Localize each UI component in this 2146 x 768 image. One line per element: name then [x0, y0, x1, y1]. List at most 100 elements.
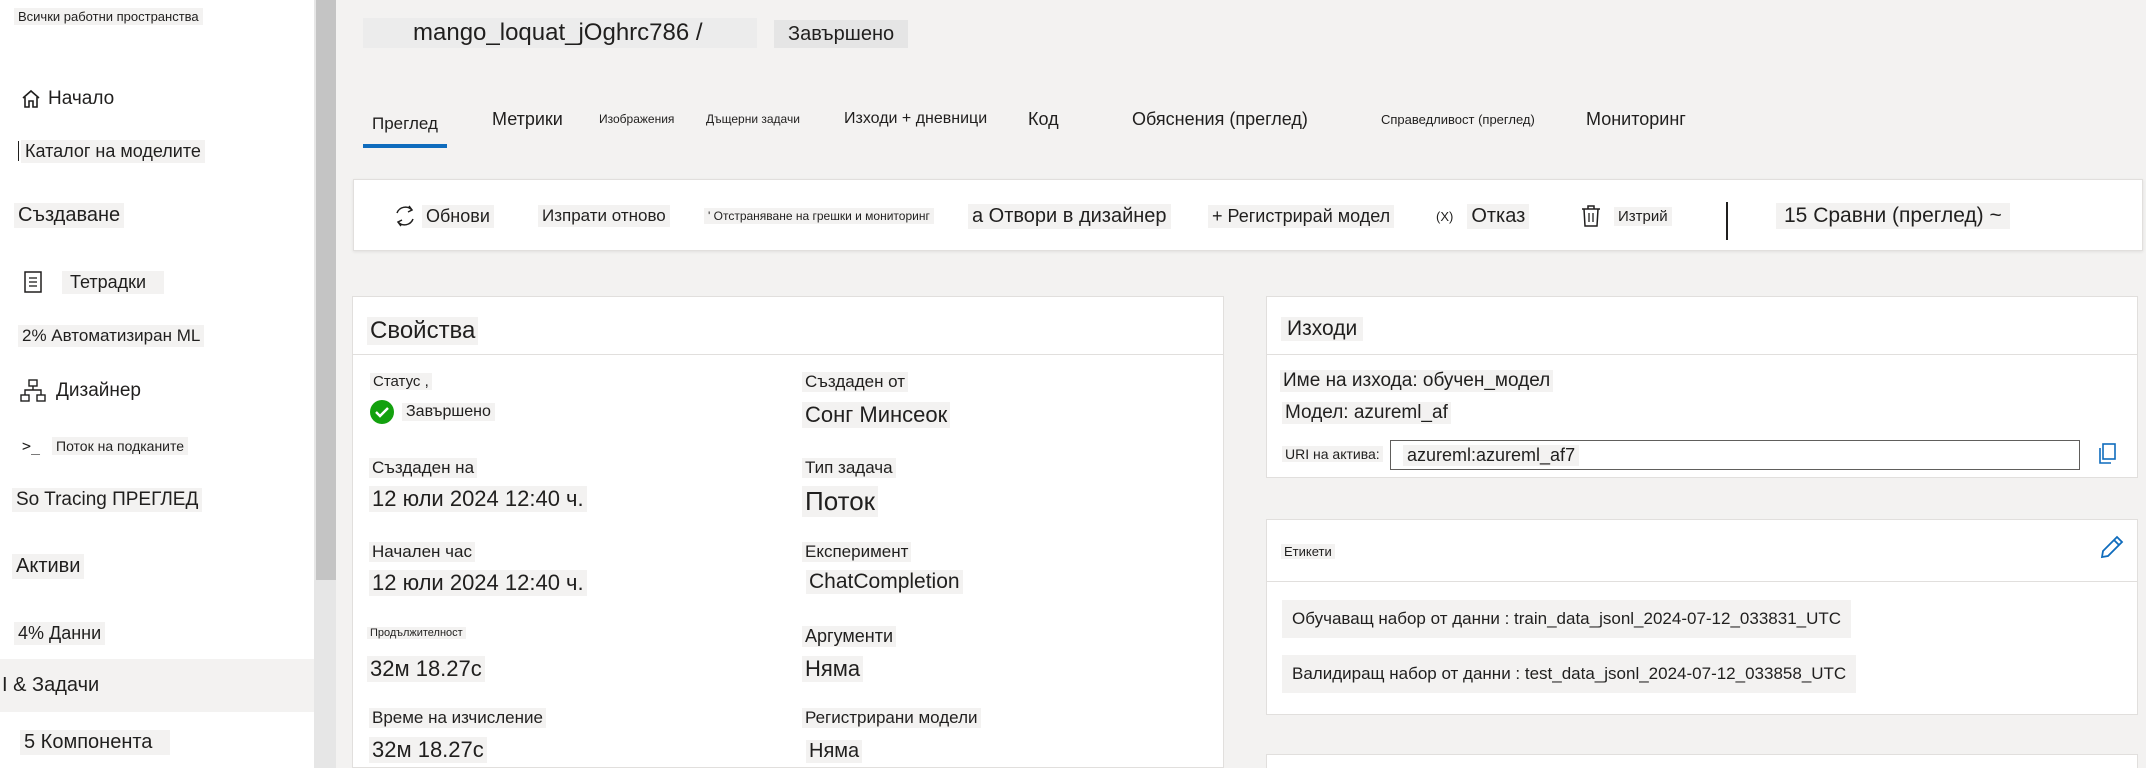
- created-by-label: Създаден от: [802, 372, 909, 392]
- refresh-label: Обнови: [422, 204, 494, 228]
- tab-child-jobs[interactable]: Дъщерни задачи: [702, 104, 804, 134]
- start-time-value: 12 юли 2024 12:40 ч.: [369, 570, 587, 596]
- tab-label: Справедливост (преглед): [1377, 109, 1539, 129]
- sidebar-item-components[interactable]: 5 Компонента: [20, 727, 310, 757]
- tab-metrics[interactable]: Метрики: [488, 104, 567, 134]
- tags-title: Етикети: [1281, 544, 1335, 559]
- duration-label: Продължителност: [367, 627, 466, 639]
- created-on-label: Създаден на: [369, 458, 478, 478]
- tag-text: Валидиращ набор от данни : test_data_jso…: [1292, 664, 1847, 683]
- status-value-text: Завършено: [402, 403, 495, 421]
- model-text[interactable]: Модел: azureml_af: [1282, 402, 1451, 424]
- experiment-label: Експеримент: [802, 542, 912, 562]
- experiment-value[interactable]: ChatCompletion: [806, 570, 963, 594]
- next-card: [1266, 754, 2138, 768]
- sidebar-item-label: Начало: [48, 88, 115, 109]
- tab-code[interactable]: Код: [1016, 104, 1075, 134]
- register-model-label: + Регистрирай модел: [1208, 204, 1395, 228]
- tab-outputs-logs[interactable]: Изходи + дневници: [840, 104, 991, 134]
- tab-label: Код: [1020, 107, 1071, 131]
- copy-icon[interactable]: [2096, 442, 2118, 471]
- register-model-button[interactable]: + Регистрирай модел: [1208, 180, 1395, 252]
- sidebar-item-label: So Tracing ПРЕГЛЕД: [12, 488, 203, 512]
- properties-card-header: Свойства: [353, 297, 1223, 355]
- debug-monitor-label: ' Отстраняване на грешки и мониторинг: [704, 208, 934, 224]
- status-badge: Завършено: [774, 20, 909, 48]
- arguments-value: Няма: [802, 656, 864, 682]
- sidebar-section-label: Активи: [12, 553, 85, 579]
- sidebar-item-label: Каталог на моделите: [21, 139, 205, 163]
- tag-text: Обучаващ набор от данни : train_data_jso…: [1292, 609, 1842, 628]
- properties-title: Свойства: [367, 317, 479, 345]
- tab-images[interactable]: Изображения: [595, 104, 678, 134]
- open-in-designer-button[interactable]: а Отвори в дизайнер: [968, 180, 1171, 252]
- asset-uri-field[interactable]: azureml:azureml_af7: [1390, 440, 2080, 470]
- prompt-flow-icon: >_: [22, 437, 41, 455]
- compute-time-value: 32м 18.27с: [369, 737, 487, 763]
- sidebar-item-home[interactable]: Начало: [20, 84, 310, 114]
- tab-explanations[interactable]: Обяснения (преглед): [1112, 104, 1332, 134]
- debug-monitor-button[interactable]: ' Отстраняване на грешки и мониторинг: [704, 180, 934, 252]
- sidebar-scrollbar-thumb[interactable]: [316, 0, 336, 580]
- tags-card-header: Етикети: [1267, 520, 2137, 582]
- created-by-value[interactable]: Сонг Минсеок: [802, 402, 951, 428]
- sidebar-item-automated-ml[interactable]: 2% Автоматизиран ML: [18, 322, 308, 350]
- compare-label: 15 Сравни (преглед) ~: [1776, 203, 2010, 229]
- all-workspaces-link[interactable]: Всички работни пространства: [14, 8, 203, 25]
- properties-card: Свойства: [352, 296, 1224, 768]
- cursor-bar: [18, 141, 19, 161]
- registered-models-value: Няма: [806, 740, 863, 763]
- outputs-title: Изходи: [1281, 317, 1364, 341]
- tab-overview[interactable]: Преглед: [363, 104, 447, 148]
- sidebar-section-create: Създаване: [14, 200, 304, 230]
- tab-label: Метрики: [492, 108, 563, 129]
- sidebar-item-label: Поток на подканите: [52, 437, 189, 455]
- refresh-icon: [392, 202, 418, 230]
- status-value: Завършено: [370, 400, 495, 424]
- home-icon: [20, 88, 46, 110]
- sidebar-item-label: I & Задачи: [2, 674, 100, 696]
- created-on-value: 12 юли 2024 12:40 ч.: [369, 486, 587, 512]
- compute-time-label: Време на изчисление: [369, 708, 546, 728]
- tab-fairness[interactable]: Справедливост (преглед): [1373, 104, 1543, 134]
- sidebar-item-model-catalog[interactable]: Каталог на моделите: [18, 138, 308, 164]
- trash-icon: [1580, 203, 1602, 229]
- refresh-button[interactable]: Обнови: [392, 180, 494, 252]
- cancel-icon: (X): [1436, 208, 1454, 224]
- sidebar-item-prompt-flow[interactable]: >_ Поток на подканите: [22, 432, 312, 460]
- sidebar-item-data[interactable]: 4% Данни: [14, 619, 304, 647]
- run-title: mango_loquat_jOghrc786 /: [363, 18, 757, 48]
- all-workspaces-label: Всички работни пространства: [14, 8, 203, 25]
- edit-pencil-icon[interactable]: [2098, 533, 2126, 566]
- tag-training-dataset: Обучаващ набор от данни : train_data_jso…: [1282, 600, 1852, 638]
- sidebar: Всички работни пространства Начало Катал…: [0, 0, 314, 768]
- registered-models-label: Регистрирани модели: [802, 708, 981, 728]
- sidebar-section-label: Създаване: [14, 202, 125, 228]
- sidebar-item-notebooks[interactable]: Тетрадки: [22, 266, 312, 298]
- check-circle-icon: [370, 400, 394, 424]
- asset-uri-value: azureml:azureml_af7: [1403, 444, 1580, 466]
- delete-label: Изтрий: [1614, 206, 1672, 226]
- tab-label: Обяснения (преглед): [1116, 106, 1328, 132]
- resubmit-button[interactable]: Изпрати отново: [538, 180, 670, 252]
- compare-button[interactable]: 15 Сравни (преглед) ~: [1776, 180, 2010, 252]
- sidebar-item-tracing[interactable]: So Tracing ПРЕГЛЕД: [12, 485, 302, 515]
- delete-button[interactable]: Изтрий: [1580, 180, 1672, 252]
- sidebar-section-assets: Активи: [12, 551, 302, 581]
- sidebar-item-label: 4% Данни: [14, 621, 106, 645]
- asset-uri-label: URI на актива:: [1282, 446, 1383, 462]
- output-name-text: Име на изхода: обучен_модел: [1280, 370, 1554, 392]
- designer-icon: [20, 379, 56, 403]
- tab-label: Изображения: [599, 112, 675, 126]
- status-label: Статус ,: [370, 373, 432, 390]
- toolbar-divider: [1726, 202, 1728, 240]
- cancel-button[interactable]: (X) Отказ: [1436, 180, 1530, 252]
- cancel-label: Отказ: [1467, 203, 1530, 229]
- tag-validation-dataset: Валидиращ набор от данни : test_data_jso…: [1282, 655, 1857, 693]
- tab-monitoring[interactable]: Мониторинг: [1582, 104, 1690, 134]
- sidebar-item-designer[interactable]: Дизайнер: [20, 376, 310, 406]
- resubmit-label: Изпрати отново: [538, 205, 670, 227]
- tab-label: Дъщерни задачи: [706, 112, 800, 126]
- sidebar-item-jobs[interactable]: I & Задачи: [0, 659, 314, 712]
- arguments-label: Аргументи: [802, 626, 897, 647]
